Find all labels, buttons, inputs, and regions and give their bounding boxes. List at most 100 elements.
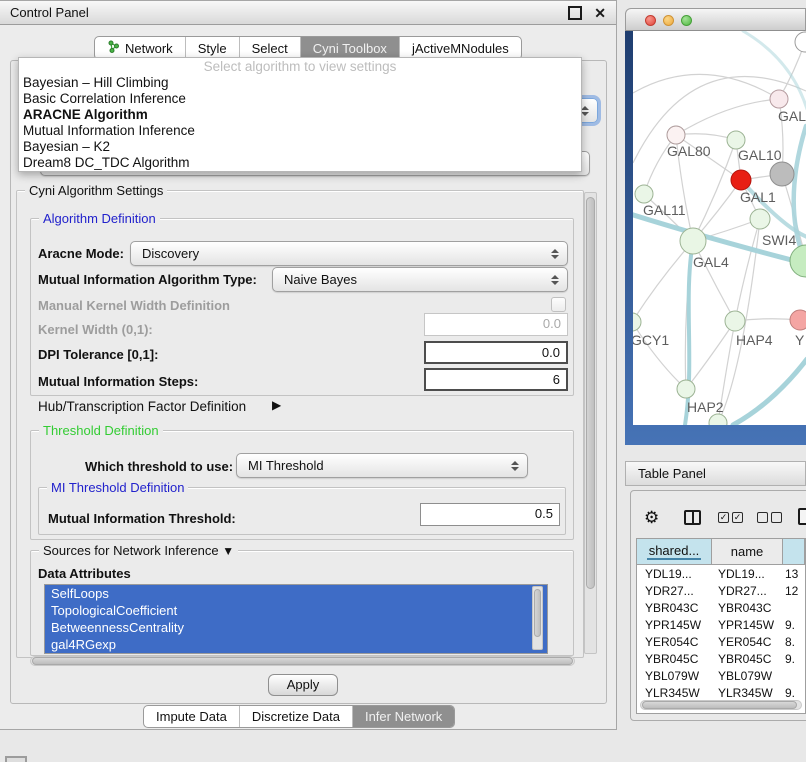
float-panel-icon[interactable]	[568, 6, 582, 20]
table-row[interactable]: YDR27...YDR27...12	[637, 582, 805, 599]
column-header-label: name	[729, 544, 766, 559]
network-view-window: GALGAL80GAL10GAL1GAL11SWI4GAL4GCY1HAP4YH…	[625, 8, 806, 445]
which-threshold-value: MI Threshold	[248, 458, 324, 473]
attribute-item-topologicalcoefficient[interactable]: TopologicalCoefficient	[45, 602, 547, 619]
network-node-gal11[interactable]	[635, 185, 653, 203]
mi-algorithm-type-combo[interactable]: Naive Bayes	[272, 267, 568, 292]
mi-algorithm-type-label: Mutual Information Algorithm Type:	[38, 272, 257, 287]
aracne-mode-combo[interactable]: Discovery	[130, 241, 568, 266]
checkbox-checked-icon[interactable]: ✓	[732, 512, 743, 523]
mi-threshold-group-title: MI Threshold Definition	[47, 480, 188, 495]
network-node-swi4[interactable]	[750, 209, 770, 229]
network-node-gal4[interactable]	[680, 228, 706, 254]
attributes-scrollbar[interactable]	[532, 586, 543, 650]
network-edge-highlighted[interactable]	[733, 359, 806, 425]
column-layout-icon[interactable]	[684, 510, 701, 525]
network-edge[interactable]	[693, 241, 735, 321]
mi-threshold-field[interactable]: 0.5	[420, 503, 560, 526]
network-edge[interactable]	[633, 241, 693, 322]
zoom-window-icon[interactable]	[681, 15, 692, 26]
network-edge[interactable]	[633, 74, 779, 99]
network-node-hap2[interactable]	[677, 380, 695, 398]
aracne-mode-value: Discovery	[142, 246, 199, 261]
network-edge[interactable]	[686, 321, 735, 389]
attribute-item-gal4rgexp[interactable]: gal4RGexp	[45, 636, 547, 653]
tab-jactivemnodules[interactable]: jActiveMNodules	[399, 37, 521, 59]
network-node[interactable]	[790, 245, 806, 277]
algorithm-option-aracne-algorithm[interactable]: ARACNE Algorithm	[19, 107, 581, 123]
dpi-tolerance-field[interactable]: 0.0	[424, 341, 568, 364]
column-header-name[interactable]: name	[712, 539, 783, 564]
expand-collapsed-icon[interactable]: ▶	[272, 398, 281, 412]
new-table-icon[interactable]	[798, 508, 806, 525]
settings-horizontal-scrollbar[interactable]	[30, 656, 575, 666]
mi-steps-field[interactable]: 6	[424, 368, 568, 391]
table-row[interactable]: YPR145WYPR145W9.	[637, 616, 805, 633]
table-cell: YLR345W	[637, 686, 712, 700]
settings-vertical-scrollbar[interactable]	[584, 192, 597, 654]
column-header-shared[interactable]: shared...	[637, 539, 712, 564]
tab-label: Cyni Toolbox	[313, 41, 387, 56]
tab-discretize-data[interactable]: Discretize Data	[239, 706, 352, 727]
table-cell: 12	[783, 584, 805, 598]
tab-select[interactable]: Select	[239, 37, 300, 59]
network-node[interactable]	[770, 162, 794, 186]
data-attributes-label: Data Attributes	[38, 566, 131, 581]
tab-style[interactable]: Style	[185, 37, 239, 59]
kernel-width-field[interactable]: 0.0	[424, 313, 568, 336]
table-row[interactable]: YBR045CYBR045C9.	[637, 650, 805, 667]
table-row[interactable]: YBR043CYBR043C	[637, 599, 805, 616]
table-cell: YBL079W	[637, 669, 712, 683]
network-node-y[interactable]	[790, 310, 806, 330]
checkbox-unchecked-icon[interactable]	[771, 512, 782, 523]
table-cell: 8.	[783, 635, 805, 649]
table-row[interactable]: YER054CYER054C8.	[637, 633, 805, 650]
algorithm-option-basic-correlation-inference[interactable]: Basic Correlation Inference	[19, 91, 581, 107]
table-row[interactable]: YLR345WYLR345W9.	[637, 684, 805, 701]
network-edge[interactable]	[735, 219, 760, 321]
close-panel-icon[interactable]: ✕	[594, 8, 606, 18]
node-table: shared... name YDL19...YDL19...13YDR27...…	[636, 538, 806, 714]
algorithm-option-bayesian-k2[interactable]: Bayesian – K2	[19, 139, 581, 155]
tab-infer-network[interactable]: Infer Network	[352, 706, 454, 727]
manual-kernel-checkbox[interactable]	[551, 297, 566, 312]
table-body: YDL19...YDL19...13YDR27...YDR27...12YBR0…	[637, 565, 805, 706]
network-node-label: HAP2	[687, 399, 724, 415]
table-row[interactable]: YBL079WYBL079W	[637, 667, 805, 684]
network-graph: GALGAL80GAL10GAL1GAL11SWI4GAL4GCY1HAP4YH…	[633, 31, 806, 425]
gear-icon[interactable]: ⚙	[644, 509, 659, 526]
attribute-item-selfloops[interactable]: SelfLoops	[45, 585, 547, 602]
checkbox-unchecked-icon[interactable]	[757, 512, 768, 523]
algorithm-option-mutual-information-inference[interactable]: Mutual Information Inference	[19, 123, 581, 139]
hub-definition-label[interactable]: Hub/Transcription Factor Definition	[38, 399, 246, 414]
network-node-gal[interactable]	[770, 90, 788, 108]
apply-button[interactable]: Apply	[268, 674, 338, 696]
tab-cyni-toolbox[interactable]: Cyni Toolbox	[300, 37, 399, 59]
algorithm-option-dream8-dc-tdc-algorithm[interactable]: Dream8 DC_TDC Algorithm	[19, 155, 581, 171]
data-attributes-list[interactable]: SelfLoopsTopologicalCoefficientBetweenne…	[44, 584, 548, 654]
network-canvas[interactable]: GALGAL80GAL10GAL1GAL11SWI4GAL4GCY1HAP4YH…	[633, 31, 806, 425]
network-edge[interactable]	[676, 99, 779, 135]
network-node-gal1[interactable]	[731, 170, 751, 190]
network-node-gal80[interactable]	[667, 126, 685, 144]
network-node[interactable]	[795, 32, 806, 52]
hidden-panel-icon[interactable]	[5, 756, 27, 762]
cyni-bottom-tabs: Impute DataDiscretize DataInfer Network	[143, 705, 455, 728]
network-node-label: GAL11	[643, 202, 686, 218]
tab-impute-data[interactable]: Impute Data	[144, 706, 239, 727]
attribute-item-betweennesscentrality[interactable]: BetweennessCentrality	[45, 619, 547, 636]
network-node-hap4[interactable]	[725, 311, 745, 331]
network-node-gcy1[interactable]	[633, 313, 641, 331]
close-window-icon[interactable]	[645, 15, 656, 26]
column-header-cut[interactable]	[783, 539, 805, 564]
which-threshold-combo[interactable]: MI Threshold	[236, 453, 528, 478]
network-node[interactable]	[709, 414, 727, 425]
algorithm-option-bayesian-hill-climbing[interactable]: Bayesian – Hill Climbing	[19, 75, 581, 91]
checkbox-checked-icon[interactable]: ✓	[718, 512, 729, 523]
tab-network[interactable]: Network	[95, 37, 185, 59]
table-horizontal-scrollbar[interactable]	[640, 700, 802, 710]
algorithm-dropdown-list: Select algorithm to view settings Bayesi…	[18, 57, 582, 172]
expand-expanded-icon[interactable]: ▼	[222, 544, 234, 558]
table-row[interactable]: YDL19...YDL19...13	[637, 565, 805, 582]
minimize-window-icon[interactable]	[663, 15, 674, 26]
